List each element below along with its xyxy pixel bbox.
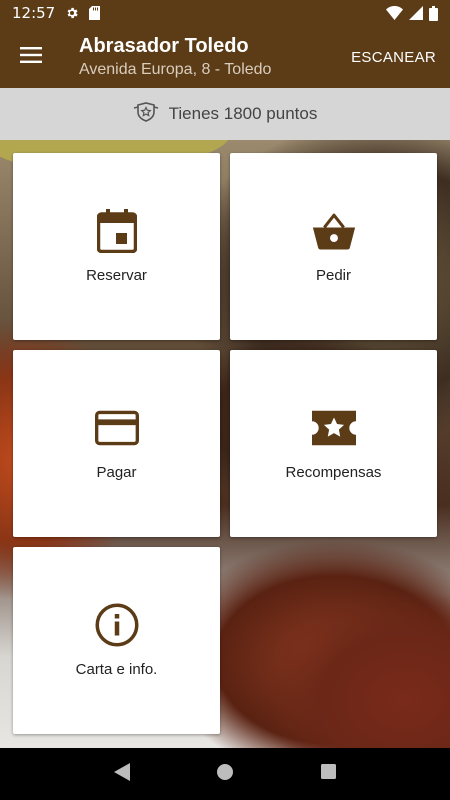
ticket-star-icon bbox=[311, 406, 356, 450]
basket-icon bbox=[312, 209, 356, 253]
scan-button[interactable]: ESCANEAR bbox=[351, 49, 436, 66]
badge-icon bbox=[133, 101, 159, 127]
tile-recompensas[interactable]: Recompensas bbox=[230, 350, 437, 537]
back-icon[interactable] bbox=[113, 762, 130, 786]
home-icon[interactable] bbox=[217, 763, 234, 785]
credit-card-icon bbox=[94, 406, 139, 450]
tile-label: Reservar bbox=[86, 267, 147, 284]
points-text: Tienes 1800 puntos bbox=[168, 104, 318, 123]
sd-card-icon bbox=[89, 6, 101, 20]
restaurant-address: Avenida Europa, 8 - Toledo bbox=[79, 61, 272, 78]
points-bar[interactable]: Tienes 1800 puntos bbox=[0, 88, 450, 140]
signal-icon bbox=[409, 6, 423, 20]
tile-label: Pagar bbox=[96, 464, 137, 481]
wifi-icon bbox=[386, 6, 403, 20]
tile-label: Carta e info. bbox=[75, 661, 158, 678]
info-icon bbox=[95, 603, 139, 647]
battery-icon bbox=[429, 5, 438, 21]
recents-icon[interactable] bbox=[321, 764, 337, 784]
menu-button[interactable] bbox=[0, 26, 62, 88]
settings-icon bbox=[65, 6, 79, 20]
tile-pedir[interactable]: Pedir bbox=[230, 153, 437, 340]
hamburger-menu-icon bbox=[20, 46, 42, 68]
tile-carta-info[interactable]: Carta e info. bbox=[13, 547, 220, 734]
header-titles: Abrasador Toledo Avenida Europa, 8 - Tol… bbox=[79, 34, 271, 80]
restaurant-title: Abrasador Toledo bbox=[79, 35, 249, 57]
status-bar: 12:57 bbox=[0, 0, 450, 26]
content-area: Reservar Pedir Pagar Recompensas Carta e… bbox=[0, 140, 450, 748]
app-bar: Abrasador Toledo Avenida Europa, 8 - Tol… bbox=[0, 26, 450, 88]
tile-pagar[interactable]: Pagar bbox=[13, 350, 220, 537]
calendar-icon bbox=[95, 209, 139, 253]
system-nav-bar bbox=[0, 748, 450, 800]
status-time: 12:57 bbox=[12, 4, 56, 22]
tile-label: Pedir bbox=[315, 267, 352, 284]
tile-reservar[interactable]: Reservar bbox=[13, 153, 220, 340]
tile-label: Recompensas bbox=[285, 464, 382, 481]
